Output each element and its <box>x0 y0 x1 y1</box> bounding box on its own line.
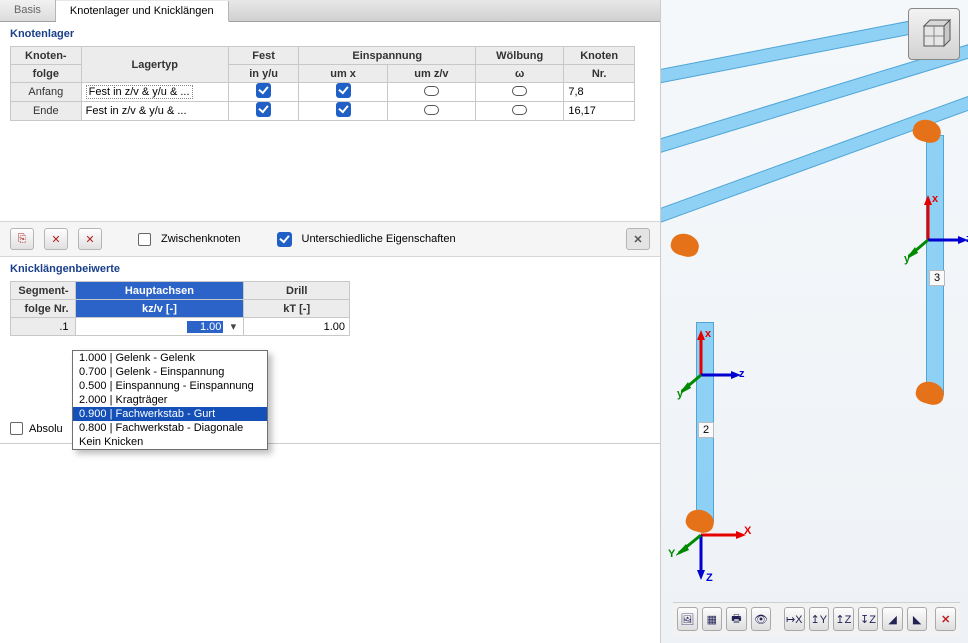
check-einsp-x[interactable] <box>299 83 387 102</box>
view-x-icon[interactable]: ↦X <box>784 607 805 631</box>
col-segment: Segment- <box>11 282 76 300</box>
check-fest[interactable] <box>228 102 299 121</box>
navigation-cube-icon[interactable] <box>908 8 960 60</box>
print-icon[interactable]: 🖶 <box>726 607 747 631</box>
knoten-nr: 7,8 <box>564 83 635 102</box>
absolute-checkbox[interactable] <box>10 422 23 435</box>
viewport-3d[interactable]: 2 3 x z y <box>660 0 968 643</box>
dropdown-item[interactable]: Kein Knicken <box>73 435 267 449</box>
tool-delete-row-icon[interactable]: ✕ <box>44 228 68 250</box>
dropdown-item[interactable]: 0.500 | Einspannung - Einspannung <box>73 379 267 393</box>
kt-value[interactable]: 1.00 <box>244 318 350 336</box>
col-knotenfolge: Knoten- <box>11 47 82 65</box>
tab-bar: Basis Knotenlager und Knicklängen <box>0 0 660 22</box>
unterschiedliche-label: Unterschiedliche Eigenschaften <box>302 233 456 245</box>
dropdown-item[interactable]: 0.800 | Fachwerkstab - Diagonale <box>73 421 267 435</box>
check-woelbung[interactable] <box>476 83 564 102</box>
eye-icon[interactable]: 👁 <box>751 607 772 631</box>
check-einsp-zv[interactable] <box>387 83 475 102</box>
tab-basis[interactable]: Basis <box>0 0 56 21</box>
dropdown-item[interactable]: 2.000 | Kragträger <box>73 393 267 407</box>
close-section-icon[interactable]: ✕ <box>626 228 650 250</box>
col-einsp-zv: um z/v <box>387 65 475 83</box>
member-label-3: 3 <box>929 270 945 286</box>
col-knotenfolge-sub: folge <box>11 65 82 83</box>
col-fest-sub: in y/u <box>228 65 299 83</box>
axis-gizmo-icon <box>681 330 751 400</box>
col-woelbung-sub: ω <box>476 65 564 83</box>
col-einsp-x: um x <box>299 65 387 83</box>
tool-copy-icon[interactable]: ⎘ <box>10 228 34 250</box>
check-einsp-zv[interactable] <box>387 102 475 121</box>
col-einspannung: Einspannung <box>299 47 476 65</box>
axis-gizmo-icon <box>908 195 968 265</box>
row-lagertyp[interactable]: Fest in z/v & y/u & ... <box>81 83 228 102</box>
check-einsp-x[interactable] <box>299 102 387 121</box>
view-iso1-icon[interactable]: ◢ <box>882 607 903 631</box>
view-iso2-icon[interactable]: ◣ <box>907 607 928 631</box>
view-render-icon[interactable]: ▦ <box>702 607 723 631</box>
zwischenknoten-label: Zwischenknoten <box>161 233 241 245</box>
knicklaengen-table: Segment- Hauptachsen Drill folge Nr. kz/… <box>10 281 350 336</box>
row-folge: Ende <box>11 102 82 121</box>
dropdown-item[interactable]: 1.000 | Gelenk - Gelenk <box>73 351 267 365</box>
dropdown-item[interactable]: 0.900 | Fachwerkstab - Gurt <box>73 407 267 421</box>
row-folge: Anfang <box>11 83 82 102</box>
viewport-toolbar: 🖼 ▦ 🖶 👁 ↦X ↥Y ↥Z ↧Z ◢ ◣ ✕ <box>673 602 960 635</box>
support-icon <box>669 231 702 259</box>
col-fest: Fest <box>228 47 299 65</box>
col-drill: Drill <box>244 282 350 300</box>
section-knotenlager-title: Knotenlager <box>0 22 660 46</box>
global-axis-icon <box>676 510 756 590</box>
view-image-icon[interactable]: 🖼 <box>677 607 698 631</box>
col-lagertyp: Lagertyp <box>81 47 228 83</box>
table-row[interactable]: Anfang Fest in z/v & y/u & ... 7,8 <box>11 83 635 102</box>
absolute-label: Absolu <box>29 423 63 435</box>
col-knoten: Knoten <box>564 47 635 65</box>
zwischenknoten-checkbox[interactable] <box>138 233 151 246</box>
col-drill-sub: kT [-] <box>244 300 350 318</box>
table-row[interactable]: Ende Fest in z/v & y/u & ... 16,17 <box>11 102 635 121</box>
col-hauptachsen-sub[interactable]: kz/v [-] <box>75 300 244 318</box>
view-nz-icon[interactable]: ↧Z <box>858 607 879 631</box>
tab-knotenlager[interactable]: Knotenlager und Knicklängen <box>56 1 229 22</box>
tool-delete-all-icon[interactable]: ✕ <box>78 228 102 250</box>
seg-id: .1 <box>11 318 76 336</box>
row-lagertyp[interactable]: Fest in z/v & y/u & ... <box>81 102 228 121</box>
col-woelbung: Wölbung <box>476 47 564 65</box>
unterschiedliche-checkbox[interactable] <box>277 232 292 247</box>
check-woelbung[interactable] <box>476 102 564 121</box>
col-knoten-sub: Nr. <box>564 65 635 83</box>
section-knicklaengen-title: Knicklängenbeiwerte <box>0 257 660 281</box>
view-y-icon[interactable]: ↥Y <box>809 607 830 631</box>
power-off-icon[interactable]: ✕ <box>935 607 956 631</box>
dropdown-item[interactable]: 0.700 | Gelenk - Einspannung <box>73 365 267 379</box>
col-hauptachsen[interactable]: Hauptachsen <box>75 282 244 300</box>
knotenlager-table: Knoten- Lagertyp Fest Einspannung Wölbun… <box>10 46 635 121</box>
kz-combobox[interactable]: 1.00 ▾ <box>75 318 244 336</box>
table-row[interactable]: .1 1.00 ▾ 1.00 <box>11 318 350 336</box>
knoten-nr: 16,17 <box>564 102 635 121</box>
view-z-icon[interactable]: ↥Z <box>833 607 854 631</box>
kz-dropdown-list: 1.000 | Gelenk - Gelenk 0.700 | Gelenk -… <box>72 350 268 450</box>
col-segment-sub: folge Nr. <box>11 300 76 318</box>
check-fest[interactable] <box>228 83 299 102</box>
member-label-2: 2 <box>698 422 714 438</box>
chevron-down-icon[interactable]: ▾ <box>225 319 241 334</box>
